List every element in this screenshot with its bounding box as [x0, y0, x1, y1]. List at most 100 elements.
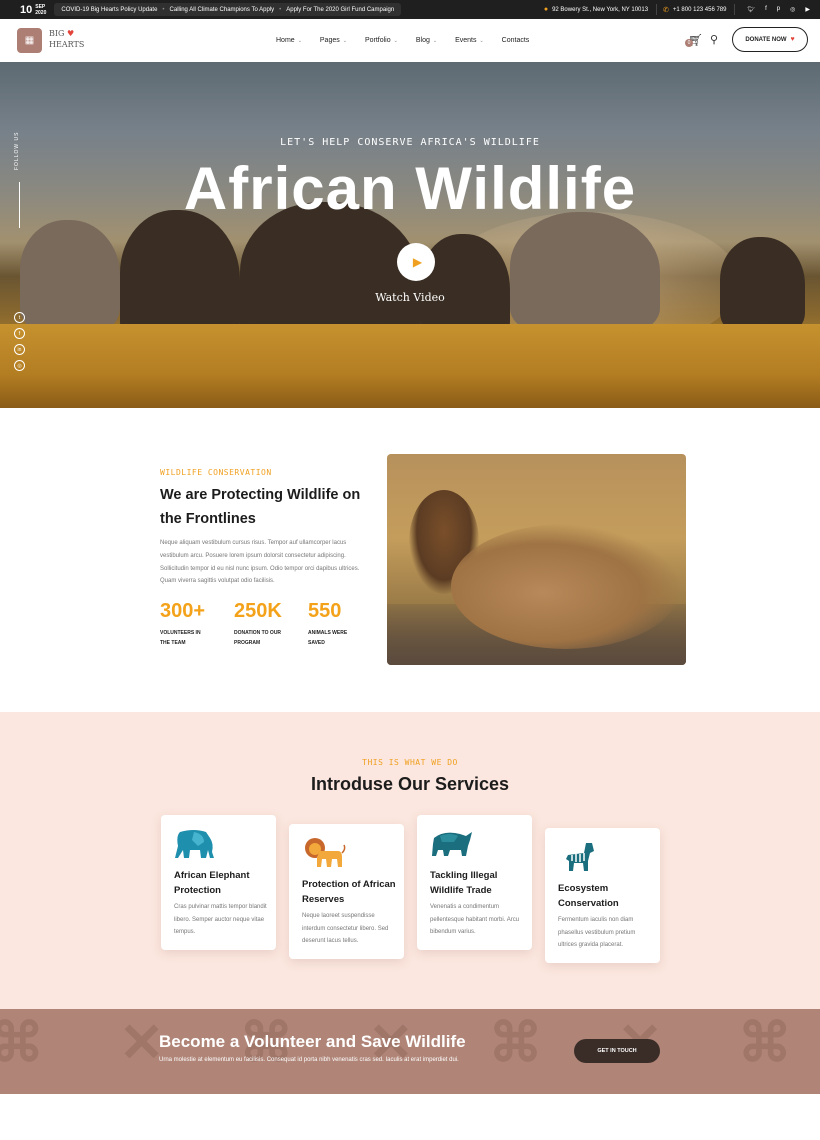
logo-line1: BIG [49, 29, 65, 38]
volunteer-title: Become a Volunteer and Save Wildlife [159, 1032, 466, 1051]
get-in-touch-button[interactable]: GET IN TOUCH [574, 1039, 660, 1063]
nav-item-blog[interactable]: Blog ⌄ [416, 37, 437, 44]
site-logo[interactable]: BIG ♥ HEARTS [49, 28, 85, 50]
service-card[interactable]: African Elephant Protection Cras pulvina… [161, 815, 276, 950]
stat-number: 250K [234, 600, 282, 622]
site-header: ▦ BIG ♥ HEARTS Home ⌄ Pages ⌄ Portfolio ⌄ B… [0, 19, 820, 62]
date-month-year: SEP 2020 [35, 4, 46, 16]
lions-photo [387, 454, 686, 665]
hero-title: African Wildlife [183, 155, 637, 222]
topbar-right: ● 92 Bowery St., New York, NY 10013 ✆ +1… [544, 0, 810, 19]
instagram-icon[interactable]: ◎ [14, 360, 25, 371]
date-display: 10 SEP 2020 [0, 4, 46, 16]
nav-item-events[interactable]: Events ⌄ [455, 37, 484, 44]
youtube-icon[interactable]: ▶ [805, 6, 810, 13]
about-title: We are Protecting Wildlife on the Frontl… [160, 487, 361, 527]
hero-grass [0, 324, 820, 408]
services-section: THIS IS WHAT WE DO Introduse Our Service… [0, 712, 820, 1009]
stat-volunteers: 300+ VOLUNTEERS IN THE TEAM [160, 600, 234, 648]
watch-video-link[interactable]: Watch Video [0, 291, 820, 304]
news-item[interactable]: Calling All Climate Champions To Apply [170, 7, 275, 13]
separator-dot: • [162, 6, 165, 13]
chevron-down-icon: ⌄ [479, 38, 484, 44]
card-title: Tackling Illegal Wildlife Trade [430, 870, 498, 896]
twitter-icon[interactable]: 🐦︎ [747, 6, 755, 13]
volunteer-text: Urna molestie at elementum eu facilisis.… [159, 1057, 459, 1063]
grid-icon: ▦ [24, 35, 35, 46]
news-ticker: COVID-19 Big Hearts Policy Update • Call… [54, 3, 402, 16]
heart-icon: ♥ [66, 29, 75, 38]
nav-label: Contacts [501, 37, 530, 44]
address-text: 92 Bowery St., New York, NY 10013 [552, 6, 649, 13]
card-title: African Elephant Protection [174, 870, 250, 896]
pinterest-icon[interactable]: p [777, 6, 780, 13]
lion-icon [305, 838, 346, 867]
donate-now-button[interactable]: DONATE NOW ♥ [732, 27, 808, 52]
donate-label: DONATE NOW [745, 36, 787, 43]
chevron-down-icon: ⌄ [393, 38, 398, 44]
card-text: Cras pulvinar mattis tempor blandit libe… [174, 904, 267, 935]
news-item[interactable]: COVID-19 Big Hearts Policy Update [61, 7, 157, 13]
menu-grid-button[interactable]: ▦ [17, 28, 42, 53]
main-nav: Home ⌄ Pages ⌄ Portfolio ⌄ Blog ⌄ Events ⌄ Co… [276, 19, 529, 62]
chevron-down-icon: ⌄ [297, 38, 302, 44]
date-year: 2020 [35, 9, 47, 16]
stat-label: DONATION TO OUR PROGRAM [234, 630, 282, 646]
nav-label: Portfolio [364, 37, 391, 44]
hero-elephant [20, 220, 120, 330]
linkedin-icon[interactable]: in [14, 344, 25, 355]
hero-elephant [720, 237, 805, 332]
card-title: Ecosystem Conservation [558, 883, 619, 909]
news-item[interactable]: Apply For The 2020 Girl Fund Campaign [286, 7, 394, 13]
facebook-icon[interactable]: f [765, 6, 767, 13]
chevron-down-icon: ⌄ [342, 38, 347, 44]
nav-item-home[interactable]: Home ⌄ [276, 37, 302, 44]
date-day: 10 [20, 3, 33, 16]
services-title: Introduse Our Services [310, 774, 510, 794]
hero-banner: FOLLOW US t f in ◎ LET'S HELP CONSERVE A… [0, 62, 820, 408]
address-info: ● 92 Bowery St., New York, NY 10013 [543, 4, 658, 15]
topbar-social: 🐦︎ f p ◎ ▶ [741, 6, 810, 13]
search-icon: ⚲ [710, 34, 719, 46]
phone-icon: ✆ [663, 6, 669, 14]
heart-icon: ♥ [790, 36, 795, 43]
nav-label: Blog [415, 37, 430, 44]
stat-number: 550 [308, 600, 342, 622]
lioness-figure [451, 524, 681, 649]
twitter-icon[interactable]: t [14, 312, 25, 323]
instagram-icon[interactable]: ◎ [790, 6, 795, 13]
separator-dot: • [279, 6, 282, 13]
phone-info: ✆ +1 800 123 456 789 [663, 4, 736, 15]
stats-row: 300+ VOLUNTEERS IN THE TEAM 250K DONATIO… [160, 600, 382, 648]
follow-social-icons: t f in ◎ [14, 312, 25, 371]
phone-text[interactable]: +1 800 123 456 789 [673, 7, 727, 13]
rhino-icon [432, 832, 472, 856]
nav-label: Events [455, 37, 477, 44]
stat-label: ANIMALS WERE SAVED [308, 630, 348, 646]
service-card[interactable]: Ecosystem Conservation Fermentum iaculis… [545, 828, 660, 963]
nav-item-pages[interactable]: Pages ⌄ [320, 37, 347, 44]
logo-line2: HEARTS [49, 40, 85, 49]
location-pin-icon: ● [543, 6, 549, 13]
card-text: Neque laoreet suspendisse interdum conse… [302, 913, 389, 944]
stat-number: 300+ [160, 600, 206, 622]
chevron-down-icon: ⌄ [432, 38, 438, 44]
stat-animals: 550 ANIMALS WERE SAVED [308, 600, 382, 648]
facebook-icon[interactable]: f [14, 328, 25, 339]
nav-label: Home [276, 37, 295, 44]
service-card[interactable]: Tackling Illegal Wildlife Trade Venenati… [417, 815, 532, 950]
cart-button[interactable]: 🛒︎ 0 [685, 33, 703, 47]
about-subtitle: WILDLIFE CONSERVATION [160, 468, 272, 477]
play-video-button[interactable]: ▶ [397, 243, 435, 281]
elephant-icon [175, 830, 214, 858]
hero-elephant [510, 212, 660, 332]
nav-item-portfolio[interactable]: Portfolio ⌄ [365, 37, 398, 44]
search-button[interactable]: ⚲ [710, 33, 718, 46]
card-text: Fermentum iaculis non diam phasellus ves… [558, 917, 636, 948]
nav-item-contacts[interactable]: Contacts [502, 37, 530, 44]
service-card[interactable]: Protection of African Reserves Neque lao… [289, 824, 404, 959]
volunteer-band: ⌘ ✕ ⌘ ✕ ⌘ ✕ ⌘ ✕ ⌘ Become a Volunteer and… [0, 1009, 820, 1094]
stat-donation: 250K DONATION TO OUR PROGRAM [234, 600, 308, 648]
top-bar: 10 SEP 2020 COVID-19 Big Hearts Policy U… [0, 0, 820, 19]
about-text: Neque aliquam vestibulum cursus risus. T… [160, 540, 360, 585]
